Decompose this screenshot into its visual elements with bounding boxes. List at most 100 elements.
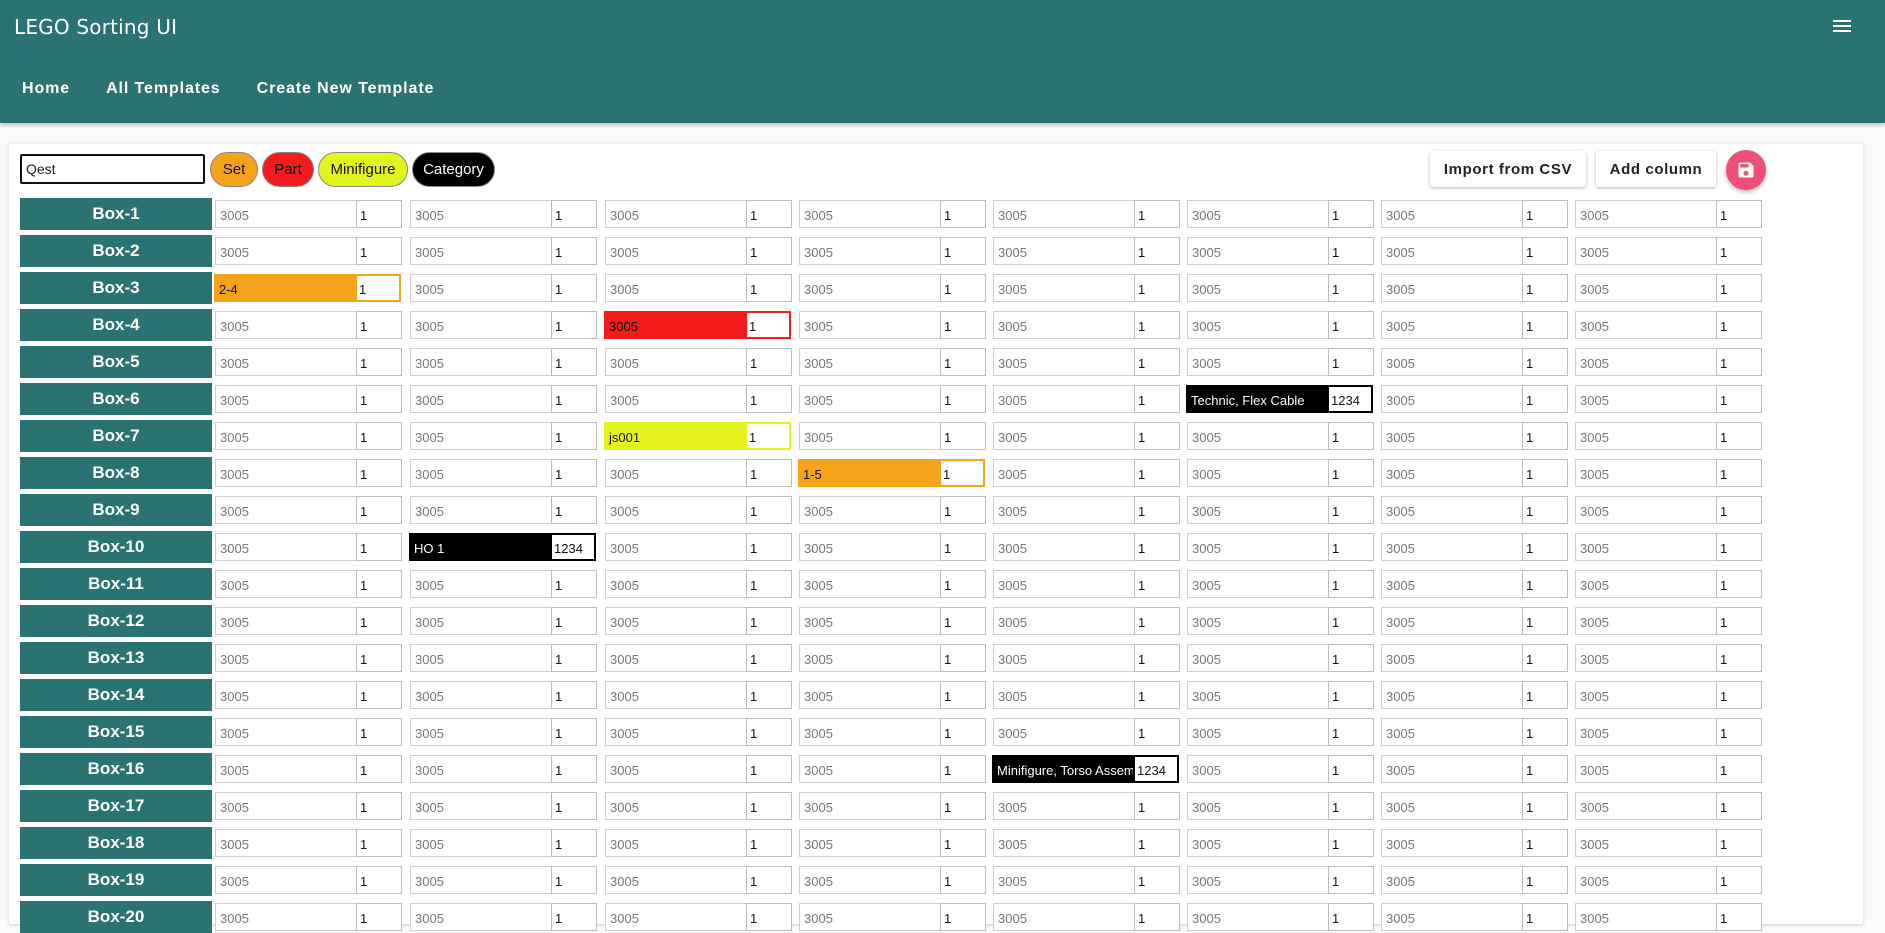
piece-code-input[interactable]: 3005: [605, 533, 746, 561]
piece-code-input[interactable]: 3005: [1381, 866, 1522, 894]
quantity-input[interactable]: 1: [551, 422, 597, 450]
quantity-input[interactable]: 1234: [1327, 385, 1373, 413]
quantity-input[interactable]: 1: [746, 200, 792, 228]
quantity-input[interactable]: 1: [1522, 607, 1568, 635]
quantity-input[interactable]: 1: [940, 274, 986, 302]
chip-part[interactable]: Part: [262, 152, 314, 187]
quantity-input[interactable]: 1: [1716, 348, 1762, 376]
piece-code-input[interactable]: 3005: [605, 237, 746, 265]
quantity-input[interactable]: 1: [1716, 829, 1762, 857]
quantity-input[interactable]: 1: [746, 829, 792, 857]
quantity-input[interactable]: 1: [1328, 348, 1374, 376]
quantity-input[interactable]: 1: [746, 496, 792, 524]
piece-code-input[interactable]: 3005: [215, 496, 356, 524]
quantity-input[interactable]: 1: [356, 607, 402, 635]
quantity-input[interactable]: 1: [551, 792, 597, 820]
piece-code-input[interactable]: 3005: [410, 200, 551, 228]
quantity-input[interactable]: 1: [746, 348, 792, 376]
piece-code-input[interactable]: 3005: [993, 496, 1134, 524]
quantity-input[interactable]: 1: [1134, 311, 1180, 339]
piece-code-input[interactable]: 3005: [1381, 348, 1522, 376]
piece-code-input[interactable]: 3005: [410, 237, 551, 265]
piece-code-input[interactable]: 3005: [410, 570, 551, 598]
piece-code-input[interactable]: 3005: [1381, 903, 1522, 931]
chip-minifigure[interactable]: Minifigure: [318, 152, 408, 187]
quantity-input[interactable]: 1: [551, 755, 597, 783]
piece-code-input[interactable]: 3005: [604, 311, 745, 339]
piece-code-input[interactable]: 3005: [410, 607, 551, 635]
piece-code-input[interactable]: 3005: [1187, 866, 1328, 894]
quantity-input[interactable]: 1: [551, 274, 597, 302]
piece-code-input[interactable]: 3005: [1575, 348, 1716, 376]
piece-code-input[interactable]: 3005: [1575, 755, 1716, 783]
quantity-input[interactable]: 1: [356, 348, 402, 376]
quantity-input[interactable]: 1: [1522, 274, 1568, 302]
quantity-input[interactable]: 1234: [550, 533, 596, 561]
piece-code-input[interactable]: 3005: [993, 903, 1134, 931]
quantity-input[interactable]: 1: [1328, 644, 1374, 672]
piece-code-input[interactable]: 3005: [410, 681, 551, 709]
quantity-input[interactable]: 1: [940, 200, 986, 228]
piece-code-input[interactable]: 3005: [993, 459, 1134, 487]
quantity-input[interactable]: 1: [1716, 459, 1762, 487]
piece-code-input[interactable]: 3005: [1187, 718, 1328, 746]
piece-code-input[interactable]: 3005: [1575, 385, 1716, 413]
piece-code-input[interactable]: 3005: [1381, 200, 1522, 228]
piece-code-input[interactable]: 3005: [605, 459, 746, 487]
piece-code-input[interactable]: 3005: [993, 829, 1134, 857]
chip-set[interactable]: Set: [210, 152, 258, 187]
piece-code-input[interactable]: 3005: [993, 718, 1134, 746]
piece-code-input[interactable]: 3005: [993, 422, 1134, 450]
piece-code-input[interactable]: 3005: [1187, 311, 1328, 339]
quantity-input[interactable]: 1: [1716, 237, 1762, 265]
quantity-input[interactable]: 1: [1716, 607, 1762, 635]
piece-code-input[interactable]: 3005: [799, 718, 940, 746]
import-csv-button[interactable]: Import from CSV: [1430, 151, 1586, 187]
piece-code-input[interactable]: 3005: [1381, 644, 1522, 672]
quantity-input[interactable]: 1: [356, 459, 402, 487]
quantity-input[interactable]: 1: [1328, 866, 1374, 894]
quantity-input[interactable]: 1: [1522, 422, 1568, 450]
quantity-input[interactable]: 1: [356, 385, 402, 413]
piece-code-input[interactable]: 3005: [993, 644, 1134, 672]
piece-code-input[interactable]: 3005: [1575, 681, 1716, 709]
piece-code-input[interactable]: 3005: [605, 274, 746, 302]
piece-code-input[interactable]: 3005: [215, 607, 356, 635]
quantity-input[interactable]: 1: [1522, 459, 1568, 487]
quantity-input[interactable]: 1: [355, 274, 401, 302]
piece-code-input[interactable]: 3005: [1575, 866, 1716, 894]
quantity-input[interactable]: 1: [356, 903, 402, 931]
piece-code-input[interactable]: 3005: [799, 311, 940, 339]
piece-code-input[interactable]: 3005: [1187, 422, 1328, 450]
piece-code-input[interactable]: 3005: [215, 385, 356, 413]
piece-code-input[interactable]: 3005: [799, 903, 940, 931]
quantity-input[interactable]: 1: [1328, 570, 1374, 598]
piece-code-input[interactable]: 3005: [215, 459, 356, 487]
quantity-input[interactable]: 1: [746, 755, 792, 783]
quantity-input[interactable]: 1: [1522, 200, 1568, 228]
quantity-input[interactable]: 1: [551, 829, 597, 857]
quantity-input[interactable]: 1: [939, 459, 985, 487]
piece-code-input[interactable]: 3005: [410, 422, 551, 450]
quantity-input[interactable]: 1: [1328, 681, 1374, 709]
piece-code-input[interactable]: 3005: [215, 903, 356, 931]
quantity-input[interactable]: 1: [1134, 274, 1180, 302]
quantity-input[interactable]: 1: [746, 903, 792, 931]
quantity-input[interactable]: 1: [1716, 792, 1762, 820]
piece-code-input[interactable]: 3005: [799, 681, 940, 709]
quantity-input[interactable]: 1: [746, 644, 792, 672]
quantity-input[interactable]: 1: [1328, 755, 1374, 783]
piece-code-input[interactable]: 3005: [1575, 274, 1716, 302]
quantity-input[interactable]: 1: [746, 607, 792, 635]
quantity-input[interactable]: 1: [940, 903, 986, 931]
piece-code-input[interactable]: 3005: [1187, 903, 1328, 931]
quantity-input[interactable]: 1: [1716, 496, 1762, 524]
quantity-input[interactable]: 1: [746, 237, 792, 265]
quantity-input[interactable]: 1: [1328, 422, 1374, 450]
piece-code-input[interactable]: 3005: [1381, 459, 1522, 487]
quantity-input[interactable]: 1: [1522, 237, 1568, 265]
quantity-input[interactable]: 1: [1134, 348, 1180, 376]
quantity-input[interactable]: 1: [1328, 274, 1374, 302]
piece-code-input[interactable]: 3005: [410, 348, 551, 376]
piece-code-input[interactable]: 3005: [215, 311, 356, 339]
